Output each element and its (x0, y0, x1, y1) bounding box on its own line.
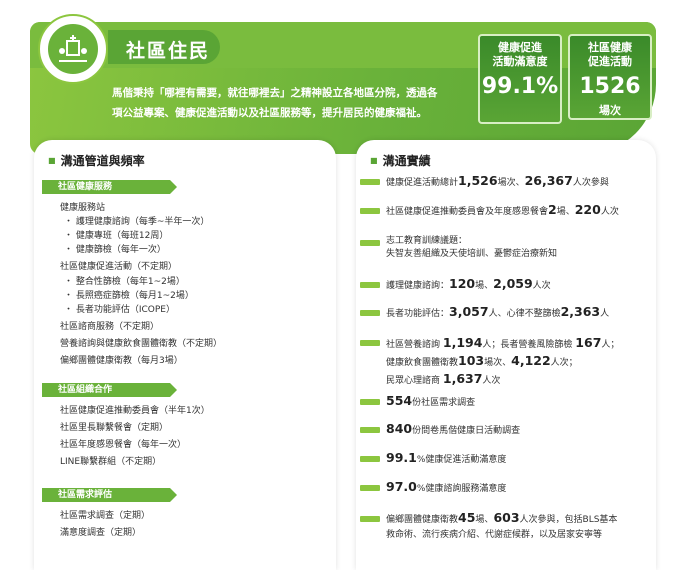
stat-card-activities: 社區健康 促進活動 1526 場次 (568, 34, 652, 120)
list-item: ・ 長照癌症篩檢（每月1~2場） (64, 291, 194, 301)
list-item: ・ 整合性篩檢（每年1~2場） (64, 277, 185, 287)
item-marker (360, 427, 380, 433)
page-title: 社區住民 (126, 40, 211, 62)
channels-panel: 溝通管道與頻率 社區健康服務 健康服務站 ・ 護理健康諮詢（每季~半年一次） ・… (34, 140, 336, 570)
item-marker (360, 208, 380, 214)
result-item: 偏鄉團體健康衛教45場、603人次參與，包括BLS基本 救命術、流行疾病介紹、代… (386, 510, 618, 540)
result-item: 社區營養諮詢 1,194人；長者營養風險篩檢 167人； 健康飲食團體衛教103… (386, 335, 620, 386)
panel-heading: 溝通實績 (370, 152, 431, 169)
item-marker (360, 399, 380, 405)
list-item: ・ 健康專班（每班12周） (64, 231, 169, 241)
item-marker (360, 282, 380, 288)
list-item: 社區健康促進推動委員會（半年1次） (60, 406, 210, 416)
item-marker (360, 240, 380, 246)
result-item: 97.0%健康諮詢服務滿意度 (386, 479, 507, 494)
stat-label: 健康促進 活動滿意度 (492, 41, 548, 68)
list-item: 社區需求調查（定期） (60, 511, 151, 521)
list-item: 健康服務站 (60, 203, 106, 213)
results-panel: 溝通實績 健康促進活動總計1,526場次、26,367人次參與 社區健康促進推動… (356, 140, 656, 570)
intro-line-2: 項公益專案、健康促進活動以及社區服務等，提升居民的健康福祉。 (112, 107, 427, 119)
stat-unit: 場次 (599, 104, 621, 117)
result-item: 志工教育訓練議題： 失智友善組織及天使培訓、憂鬱症治療新知 (386, 236, 558, 259)
result-item: 護理健康諮詢：120場、2,059人次 (386, 276, 551, 291)
stat-value: 1526 (579, 74, 641, 99)
list-item: ・ 護理健康諮詢（每季~半年一次） (64, 217, 210, 227)
list-item: ・ 健康篩檢（每年一次） (64, 245, 166, 255)
list-item: 社區諮商服務（不定期） (60, 322, 160, 332)
intro-text: 馬偕秉持「哪裡有需要，就往哪裡去」之精神設立各地區分院，透過各 項公益專案、健康… (112, 83, 472, 123)
stat-value: 99.1% (481, 74, 559, 99)
item-marker (360, 456, 380, 462)
result-item: 554份社區需求調查 (386, 393, 476, 408)
result-item: 840份問卷馬偕健康日活動調查 (386, 421, 521, 436)
item-marker (360, 179, 380, 185)
list-item: 社區年度感恩餐會（每年一次） (60, 440, 187, 450)
result-item: 健康促進活動總計1,526場次、26,367人次參與 (386, 173, 609, 188)
list-item: LINE聯繫群組（不定期） (60, 457, 162, 467)
stat-card-satisfaction: 健康促進 活動滿意度 99.1% (478, 34, 562, 124)
panel-heading: 溝通管道與頻率 (48, 152, 145, 169)
community-icon (46, 22, 100, 76)
item-marker (360, 340, 380, 346)
list-item: 偏鄉團體健康衛教（每月3場） (60, 356, 183, 366)
result-item: 社區健康促進推動委員會及年度感恩餐會2場、220人次 (386, 202, 619, 217)
section-tag: 社區需求評估 (42, 488, 177, 502)
item-marker (360, 310, 380, 316)
list-item: 社區健康促進活動（不定期） (60, 262, 178, 272)
list-item: 社區里長聯繫餐會（定期） (60, 423, 169, 433)
list-item: 滿意度調查（定期） (60, 528, 142, 538)
item-marker (360, 516, 380, 522)
section-tag: 社區健康服務 (42, 180, 177, 194)
stat-label: 社區健康 促進活動 (588, 41, 632, 68)
section-tag: 社區組織合作 (42, 383, 177, 397)
item-marker (360, 485, 380, 491)
result-item: 長者功能評估：3,057人、心律不整篩檢2,363人 (386, 304, 610, 319)
intro-line-1: 馬偕秉持「哪裡有需要，就往哪裡去」之精神設立各地區分院，透過各 (112, 87, 438, 99)
list-item: ・ 長者功能評估（ICOPE） (64, 305, 175, 315)
result-item: 99.1%健康促進活動滿意度 (386, 450, 507, 465)
list-item: 營養諮詢與健康飲食團體衛教（不定期） (60, 339, 223, 349)
